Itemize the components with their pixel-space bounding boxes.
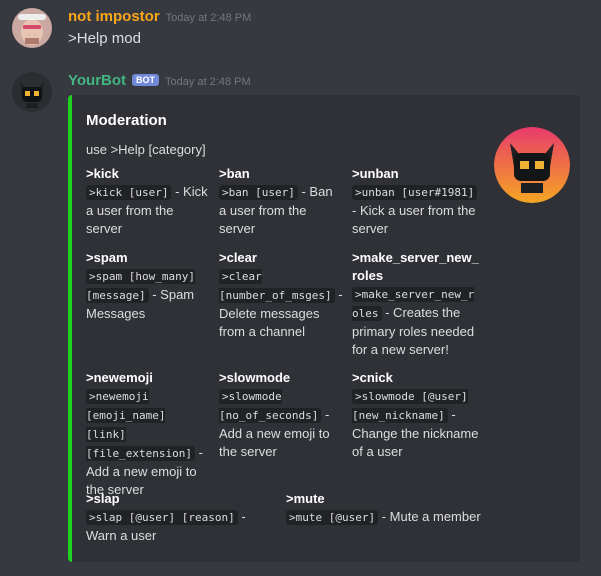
embed-field-spam: >spam >spam [how_many] [message] - Spam … <box>86 249 210 323</box>
embed-field-slowmode: >slowmode >slowmode [no_of_seconds] - Ad… <box>219 369 343 461</box>
field-name: >ban <box>219 166 250 181</box>
embed-field-slap: >slap >slap [@user] [reason] - Warn a us… <box>86 490 278 545</box>
username[interactable]: not impostor <box>68 8 160 25</box>
field-command: >mute [@user] <box>286 510 379 525</box>
user-avatar[interactable] <box>12 8 52 48</box>
embed-field-make-server-new-roles: >make_server_new_roles >make_server_new_… <box>352 249 480 359</box>
bot-badge: BOT <box>132 74 160 86</box>
field-name: >slowmode <box>219 370 291 385</box>
embed-field-mute: >mute >mute [@user] - Mute a member <box>286 490 486 527</box>
embed-description: use >Help [category] <box>86 142 206 157</box>
embed-field-newemoji: >newemoji >newemoji [emoji_name] [link] … <box>86 369 210 499</box>
field-command: >newemoji [emoji_name] [link] [file_exte… <box>86 389 195 461</box>
embed-thumbnail[interactable] <box>494 127 570 203</box>
field-command: >ban [user] <box>219 185 298 200</box>
embed-field-unban: >unban >unban [user#1981] - Kick a user … <box>352 165 480 238</box>
field-text: - Mute a member <box>378 509 481 524</box>
field-command: >clear [number_of_msges] <box>219 269 335 303</box>
field-name: >clear <box>219 250 257 265</box>
field-text: - Kick a user from the server <box>352 203 476 236</box>
embed-field-ban: >ban >ban [user] - Ban a user from the s… <box>219 165 343 238</box>
field-name: >spam <box>86 250 128 265</box>
field-name: >mute <box>286 491 325 506</box>
embed-field-clear: >clear >clear [number_of_msges] - Delete… <box>219 249 343 341</box>
message-author[interactable]: not impostor Today at 2:48 PM <box>68 8 251 25</box>
field-name: >newemoji <box>86 370 153 385</box>
embed-field-cnick: >cnick >slowmode [@user] [new_nickname] … <box>352 369 480 461</box>
field-name: >slap <box>86 491 120 506</box>
message-content: >Help mod <box>68 30 141 47</box>
field-name: >make_server_new_roles <box>352 250 479 283</box>
message-timestamp: Today at 2:48 PM <box>165 12 252 24</box>
field-name: >kick <box>86 166 119 181</box>
field-command: >slowmode [no_of_seconds] <box>219 389 322 423</box>
field-name: >cnick <box>352 370 393 385</box>
embed-title: Moderation <box>86 112 167 129</box>
message-author[interactable]: YourBot BOT Today at 2:48 PM <box>68 72 251 89</box>
embed-field-kick: >kick >kick [user] - Kick a user from th… <box>86 165 210 238</box>
field-command: >kick [user] <box>86 185 172 200</box>
message-timestamp: Today at 2:48 PM <box>165 76 251 88</box>
field-name: >unban <box>352 166 399 181</box>
embed: Moderation use >Help [category] >kick >k… <box>68 95 580 562</box>
field-command: >slap [@user] [reason] <box>86 510 238 525</box>
bot-username[interactable]: YourBot <box>68 72 126 89</box>
bot-avatar[interactable] <box>12 72 52 112</box>
field-command: >unban [user#1981] <box>352 185 478 200</box>
